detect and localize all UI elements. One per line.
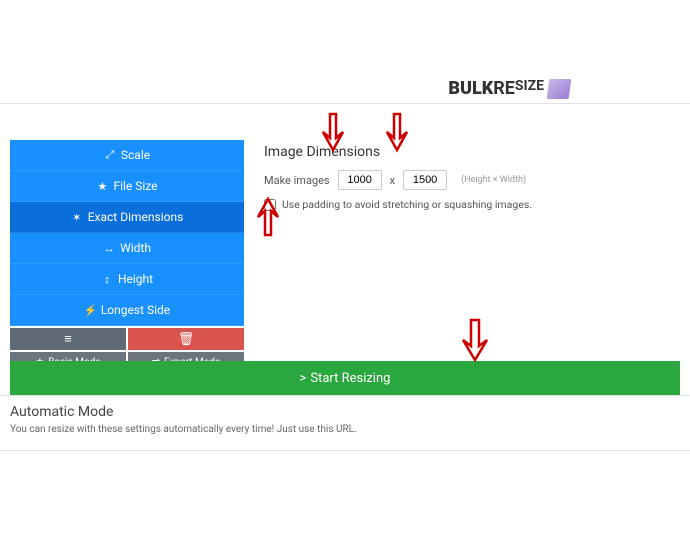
list-button[interactable]: ≡ <box>10 328 126 350</box>
trash-icon: 🗑 <box>178 332 195 347</box>
option-label: Height <box>118 272 153 286</box>
logo-icon <box>547 79 572 99</box>
option-width[interactable]: ↔ Width <box>10 233 244 264</box>
divider <box>0 450 690 451</box>
divider <box>0 395 690 396</box>
width-icon: ↔ <box>103 242 115 255</box>
padding-label: Use padding to avoid stretching or squas… <box>282 198 532 211</box>
padding-checkbox[interactable] <box>264 199 276 211</box>
delete-button[interactable]: 🗑 <box>128 328 244 350</box>
automatic-mode-section: Automatic Mode You can resize with these… <box>10 404 357 435</box>
scale-icon: ⤢ <box>104 148 116 162</box>
divider <box>0 103 690 104</box>
x-label: x <box>390 174 395 187</box>
option-label: Scale <box>121 148 150 162</box>
sparkle-icon: ✶ <box>71 211 83 224</box>
width-input[interactable] <box>338 170 382 190</box>
brand-logo: BULKRESIZE <box>448 78 570 99</box>
star-icon: ★ <box>96 180 108 193</box>
option-label: Longest Side <box>101 303 170 317</box>
resize-mode-list: ⤢ Scale ★ File Size ✶ Exact Dimensions ↔… <box>10 140 244 326</box>
content-panel: Image Dimensions Make images x (Height ×… <box>264 140 680 211</box>
start-resizing-button[interactable]: > Start Resizing <box>10 361 680 396</box>
start-label: Start Resizing <box>310 371 390 386</box>
bolt-icon: ⚡ <box>84 304 96 317</box>
option-file-size[interactable]: ★ File Size <box>10 171 244 202</box>
option-exact-dimensions[interactable]: ✶ Exact Dimensions <box>10 202 244 233</box>
auto-mode-title: Automatic Mode <box>10 404 357 420</box>
height-icon: ↕ <box>101 273 113 286</box>
padding-row: Use padding to avoid stretching or squas… <box>264 198 680 211</box>
make-images-label: Make images <box>264 174 330 187</box>
option-label: Exact Dimensions <box>88 210 184 224</box>
section-title: Image Dimensions <box>264 144 680 160</box>
option-height[interactable]: ↕ Height <box>10 264 244 295</box>
chevron-right-icon: > <box>300 371 307 386</box>
sidebar: ⤢ Scale ★ File Size ✶ Exact Dimensions ↔… <box>10 140 244 373</box>
option-longest-side[interactable]: ⚡ Longest Side <box>10 295 244 326</box>
height-input[interactable] <box>403 170 447 190</box>
auto-mode-text: You can resize with these settings autom… <box>10 424 357 435</box>
option-label: File Size <box>113 179 157 193</box>
dimensions-hint: (Height × Width) <box>461 175 526 185</box>
option-scale[interactable]: ⤢ Scale <box>10 140 244 171</box>
option-label: Width <box>120 241 151 255</box>
list-icon: ≡ <box>64 331 72 347</box>
dimensions-row: Make images x (Height × Width) <box>264 170 680 190</box>
